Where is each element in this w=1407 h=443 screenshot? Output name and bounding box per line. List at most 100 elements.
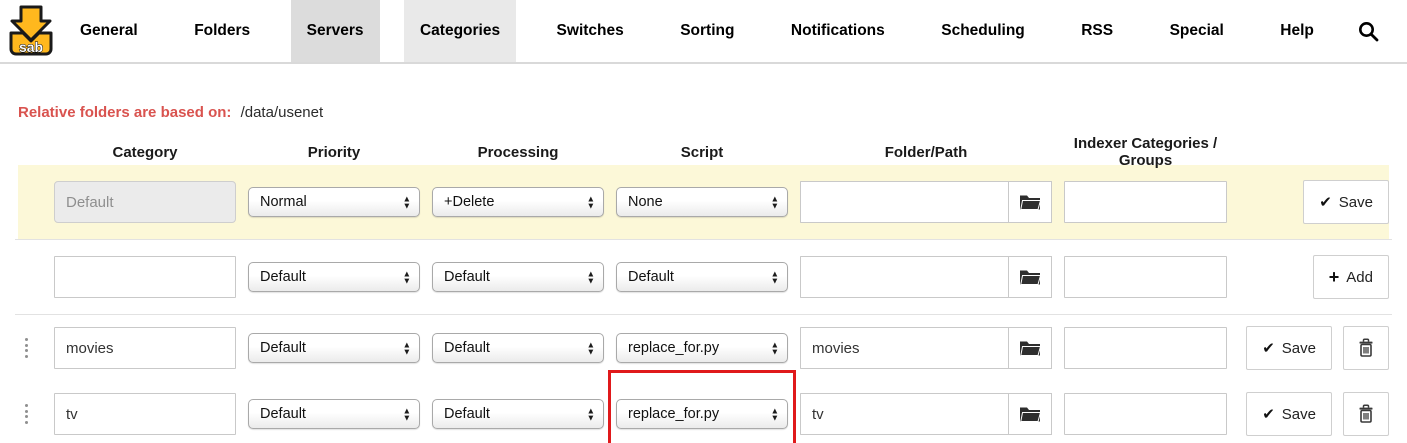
folder-icon [1019,405,1041,423]
category-input[interactable] [54,327,236,369]
tab-special[interactable]: Special [1154,0,1240,62]
script-select[interactable]: replace_for.py ▲▼ [616,333,788,363]
save-button-label: Save [1339,194,1373,211]
table-row-new: Default ▲▼ Default ▲▼ Default ▲▼ [0,240,1407,314]
trash-icon [1357,404,1375,424]
processing-select[interactable]: Default ▲▼ [432,399,604,429]
tab-servers[interactable]: Servers [291,0,380,62]
script-select-value: None [628,194,663,210]
header-script: Script [616,144,788,161]
select-arrows-icon: ▲▼ [771,408,779,421]
tab-sorting[interactable]: Sorting [664,0,750,62]
priority-select-value: Default [260,269,306,285]
delete-button[interactable] [1343,326,1389,370]
priority-select[interactable]: Normal ▲▼ [248,187,420,217]
notice-label: Relative folders are based on: [18,104,231,121]
indexer-categories-input[interactable] [1064,256,1227,298]
nav-tabs: General Folders Servers Categories Switc… [64,0,1348,62]
drag-handle[interactable] [18,398,34,430]
tab-folders[interactable]: Folders [178,0,266,62]
tab-general[interactable]: General [64,0,154,62]
folder-icon [1019,193,1041,211]
script-select[interactable]: Default ▲▼ [616,262,788,292]
check-icon: ✔ [1262,339,1275,357]
select-arrows-icon: ▲▼ [587,271,595,284]
tab-rss[interactable]: RSS [1065,0,1129,62]
tab-help[interactable]: Help [1264,0,1330,62]
select-arrows-icon: ▲▼ [403,342,411,355]
processing-select[interactable]: Default ▲▼ [432,262,604,292]
table-row-movies: Default ▲▼ Default ▲▼ replace_for.py ▲▼ [0,315,1407,381]
relative-folders-notice: Relative folders are based on: /data/use… [18,104,1389,121]
svg-text:sab: sab [19,39,43,55]
header-processing: Processing [432,144,604,161]
folder-path-input[interactable] [800,327,1008,369]
select-arrows-icon: ▲▼ [587,196,595,209]
script-select-value: Default [628,269,674,285]
check-icon: ✔ [1262,405,1275,423]
category-input[interactable] [54,256,236,298]
folder-icon [1019,268,1041,286]
select-arrows-icon: ▲▼ [403,408,411,421]
category-input[interactable] [54,393,236,435]
save-button[interactable]: ✔ Save [1246,326,1332,370]
browse-folder-button[interactable] [1008,181,1052,223]
search-button[interactable] [1348,0,1407,62]
category-rows: Normal ▲▼ +Delete ▲▼ None ▲▼ [0,165,1407,443]
select-arrows-icon: ▲▼ [587,342,595,355]
search-icon [1358,21,1379,42]
processing-select[interactable]: +Delete ▲▼ [432,187,604,217]
drag-handle[interactable] [18,332,34,364]
script-select-value: replace_for.py [628,406,719,422]
save-button[interactable]: ✔ Save [1303,180,1389,224]
processing-select-value: Default [444,406,490,422]
tab-switches[interactable]: Switches [541,0,640,62]
script-select[interactable]: replace_for.py ▲▼ [616,399,788,429]
check-icon: ✔ [1319,193,1332,211]
folder-path-group [800,181,1052,223]
priority-select-value: Default [260,406,306,422]
sab-logo-icon: sab [8,4,54,58]
tab-notifications[interactable]: Notifications [775,0,901,62]
select-arrows-icon: ▲▼ [771,342,779,355]
folder-icon [1019,339,1041,357]
folder-path-group [800,327,1052,369]
folder-path-input[interactable] [800,181,1008,223]
save-button-label: Save [1282,340,1316,357]
processing-select-value: Default [444,269,490,285]
priority-select-value: Normal [260,194,307,210]
top-navbar: sab General Folders Servers Categories S… [0,0,1407,64]
save-button[interactable]: ✔ Save [1246,392,1332,436]
add-button-label: Add [1346,269,1373,286]
folder-path-group [800,256,1052,298]
header-priority: Priority [248,144,420,161]
delete-button[interactable] [1343,392,1389,436]
tab-scheduling[interactable]: Scheduling [925,0,1041,62]
indexer-categories-input[interactable] [1064,327,1227,369]
browse-folder-button[interactable] [1008,256,1052,298]
processing-select[interactable]: Default ▲▼ [432,333,604,363]
browse-folder-button[interactable] [1008,327,1052,369]
tab-categories[interactable]: Categories [404,0,516,62]
browse-folder-button[interactable] [1008,393,1052,435]
indexer-categories-input[interactable] [1064,393,1227,435]
table-row-tv: Default ▲▼ Default ▲▼ replace_for.py ▲▼ [0,381,1407,443]
category-input[interactable] [54,181,236,223]
select-arrows-icon: ▲▼ [771,196,779,209]
indexer-categories-input[interactable] [1064,181,1227,223]
add-button[interactable]: + Add [1313,255,1389,299]
plus-icon: + [1329,267,1340,288]
folder-path-input[interactable] [800,256,1008,298]
script-select[interactable]: None ▲▼ [616,187,788,217]
priority-select[interactable]: Default ▲▼ [248,333,420,363]
trash-icon [1357,338,1375,358]
table-row-default: Normal ▲▼ +Delete ▲▼ None ▲▼ [0,165,1407,239]
notice-path: /data/usenet [241,104,324,121]
select-arrows-icon: ▲▼ [403,271,411,284]
select-arrows-icon: ▲▼ [771,271,779,284]
header-category: Category [54,144,236,161]
priority-select[interactable]: Default ▲▼ [248,262,420,292]
priority-select[interactable]: Default ▲▼ [248,399,420,429]
save-button-label: Save [1282,406,1316,423]
folder-path-input[interactable] [800,393,1008,435]
